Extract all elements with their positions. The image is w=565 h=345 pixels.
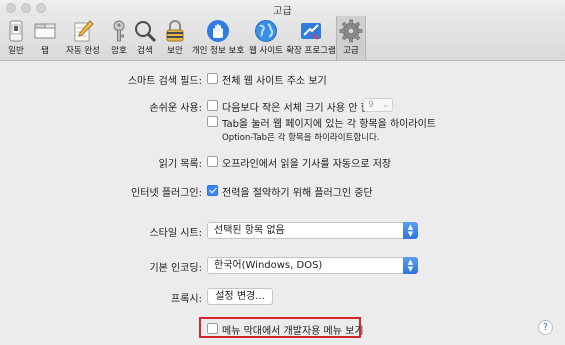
show-develop-menu-checkbox[interactable] xyxy=(207,323,218,334)
help-button[interactable]: ? xyxy=(538,320,553,335)
change-settings-button[interactable]: 설정 변경... xyxy=(207,288,273,305)
proxy-label: 프록시: xyxy=(171,294,202,305)
min-font-size-select[interactable]: 9 ⌄ xyxy=(363,98,393,112)
save-offline-text: 오프라인에서 읽을 기사를 자동으로 저장 xyxy=(222,159,392,170)
smart-search-label: 스마트 검색 필드: xyxy=(127,76,202,87)
tab-label: 검색 xyxy=(137,46,153,56)
plugins-label: 인터넷 플러그인: xyxy=(131,188,202,199)
pencil-form-icon xyxy=(71,19,95,43)
preferences-toolbar: 일반 탭 자동 완성 암호 검색 보안 개인 정보 보호 웹 사이트 확장 프로… xyxy=(0,16,565,61)
magnifier-icon xyxy=(133,19,157,43)
tab-autofill[interactable]: 자동 완성 xyxy=(60,16,106,60)
tab-label: 보안 xyxy=(167,46,183,56)
tab-privacy[interactable]: 개인 정보 보호 xyxy=(190,16,246,60)
show-full-address-text: 전체 웹 사이트 주소 보기 xyxy=(222,76,327,87)
encoding-label: 기본 인코딩: xyxy=(149,263,202,274)
up-down-arrows-icon: ▲ ▼ xyxy=(403,222,418,239)
tab-general[interactable]: 일반 xyxy=(0,16,32,60)
tab-extensions[interactable]: 확장 프로그램 xyxy=(286,16,336,60)
chevron-down-icon: ⌄ xyxy=(382,100,389,109)
tab-security[interactable]: 보안 xyxy=(160,16,190,60)
lock-icon xyxy=(163,19,187,43)
save-offline-checkbox[interactable] xyxy=(207,156,218,167)
gear-icon xyxy=(339,19,363,43)
style-sheet-label: 스타일 시트: xyxy=(149,228,202,239)
tab-label: 암호 xyxy=(111,46,127,56)
key-icon xyxy=(107,19,131,43)
tab-label: 웹 사이트 xyxy=(249,46,283,56)
preferences-window: 고급 일반 탭 자동 완성 암호 검색 보안 개인 정보 보호 웹 사이트 확장… xyxy=(0,0,565,345)
window-title: 고급 xyxy=(273,6,292,17)
tab-label: 고급 xyxy=(343,46,359,56)
min-font-size-text: 다음보다 작은 서체 크기 사용 안 함 xyxy=(222,103,370,114)
tab-label: 탭 xyxy=(41,46,49,56)
accessibility-label: 손쉬운 사용: xyxy=(149,103,202,114)
min-font-size-value: 9 xyxy=(368,100,374,110)
option-tab-note: Option-Tab은 각 항목을 하이라이트합니다. xyxy=(222,133,380,143)
tab-passwords[interactable]: 암호 xyxy=(106,16,132,60)
privacy-hand-icon xyxy=(206,19,230,43)
min-font-size-checkbox[interactable] xyxy=(207,100,218,111)
tab-label: 일반 xyxy=(8,46,24,56)
style-sheet-value: 선택된 항목 없음 xyxy=(214,225,285,236)
title-bar: 고급 xyxy=(0,0,565,17)
style-sheet-select[interactable]: 선택된 항목 없음 ▲ ▼ xyxy=(207,222,418,239)
tab-label: 자동 완성 xyxy=(66,46,100,56)
tab-label: 확장 프로그램 xyxy=(286,46,336,56)
encoding-value: 한국어(Windows, DOS) xyxy=(214,260,323,271)
encoding-select[interactable]: 한국어(Windows, DOS) ▲ ▼ xyxy=(207,257,418,274)
tabs-icon xyxy=(33,19,57,43)
tab-search[interactable]: 검색 xyxy=(132,16,158,60)
tab-advanced[interactable]: 고급 xyxy=(336,16,366,60)
tab-highlight-text: Tab을 눌러 웹 페이지에 있는 각 항목을 하이라이트 xyxy=(222,119,436,130)
show-full-address-checkbox[interactable] xyxy=(207,73,218,84)
globe-icon xyxy=(254,19,278,43)
puzzle-icon xyxy=(299,19,323,43)
stop-plugins-text: 전력을 절약하기 위해 플러그인 중단 xyxy=(222,188,373,199)
tab-label: 개인 정보 보호 xyxy=(191,46,245,56)
up-down-arrows-icon: ▲ ▼ xyxy=(403,257,418,274)
stop-plugins-checkbox[interactable] xyxy=(207,185,218,196)
show-develop-menu-text: 메뉴 막대에서 개발자용 메뉴 보기 xyxy=(222,326,364,337)
tab-tabs[interactable]: 탭 xyxy=(32,16,58,60)
tab-highlight-checkbox[interactable] xyxy=(207,116,218,127)
tab-websites[interactable]: 웹 사이트 xyxy=(246,16,286,60)
phone-switch-icon xyxy=(4,19,28,43)
reading-list-label: 읽기 목록: xyxy=(158,159,202,170)
